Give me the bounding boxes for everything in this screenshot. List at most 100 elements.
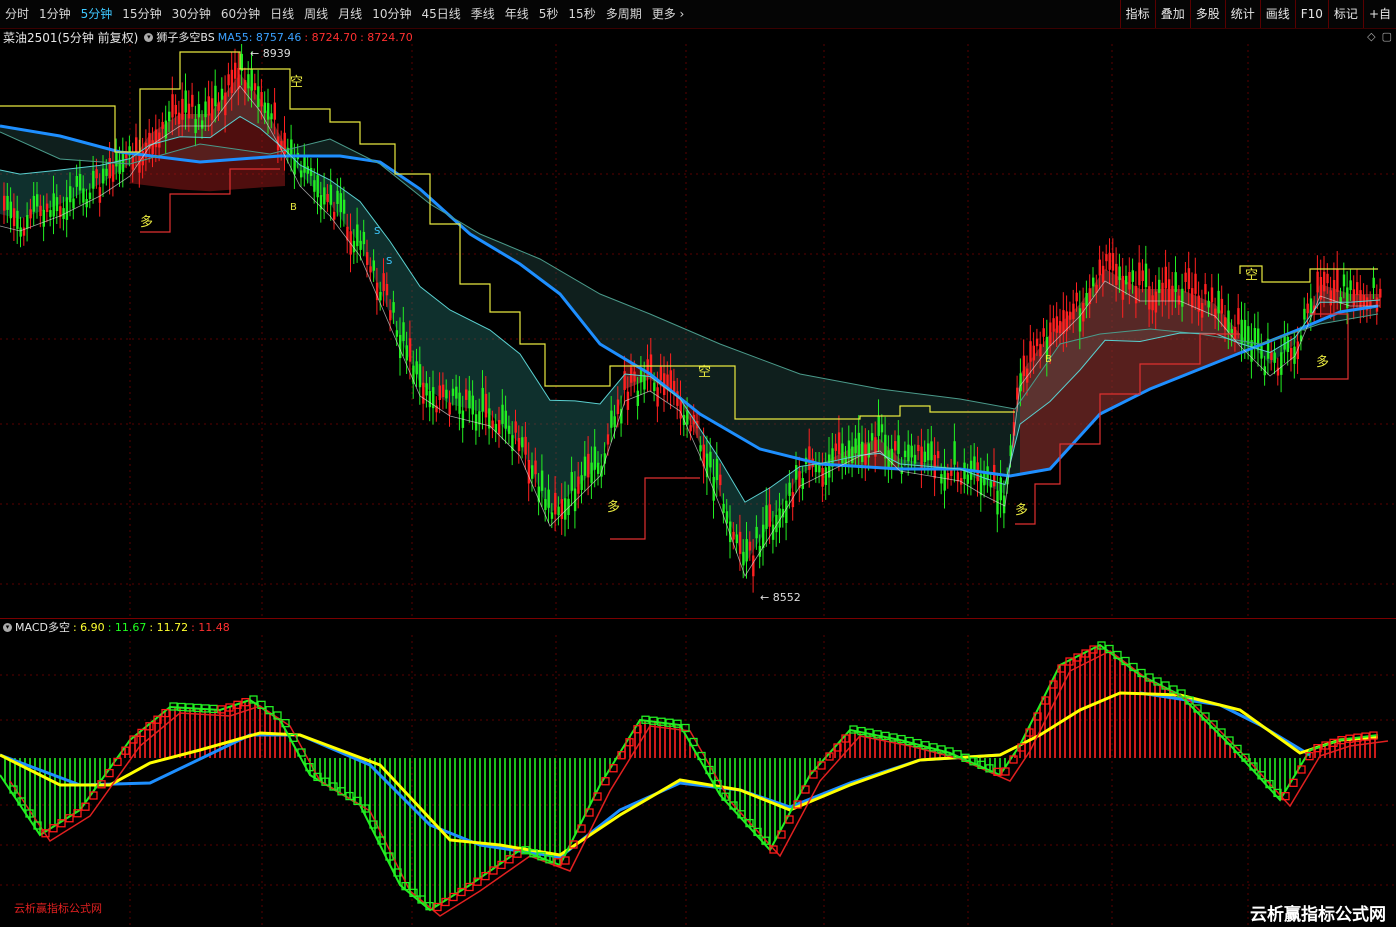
candle bbox=[1141, 270, 1144, 282]
candlestick-chart[interactable]: ← 8939← 8552空空空多多 多多BBSS bbox=[0, 44, 1396, 618]
indicator-settings-icon[interactable]: ▾ bbox=[144, 32, 154, 42]
ma55-value: MA55: 8757.46 bbox=[217, 30, 302, 44]
candle bbox=[49, 210, 52, 217]
candle bbox=[1316, 271, 1319, 293]
candle bbox=[1356, 282, 1359, 296]
period-tab-10[interactable]: 45日线 bbox=[416, 0, 465, 28]
period-tab-13[interactable]: 5秒 bbox=[534, 0, 564, 28]
candle bbox=[735, 534, 738, 544]
candle bbox=[517, 437, 521, 452]
candle bbox=[263, 102, 267, 113]
candle bbox=[1171, 285, 1174, 302]
toolbar-button-6[interactable]: 标记 bbox=[1327, 0, 1363, 28]
candle bbox=[550, 512, 554, 519]
candle bbox=[927, 443, 930, 461]
candle bbox=[273, 102, 276, 120]
period-tab-4[interactable]: 30分钟 bbox=[167, 0, 216, 28]
candle bbox=[82, 188, 85, 203]
toolbar-button-4[interactable]: 画线 bbox=[1259, 0, 1295, 28]
main-info-row: 菜油2501(5分钟 前复权) ▾ 狮子多空BS MA55: 8757.46 :… bbox=[0, 29, 416, 45]
candle bbox=[171, 94, 174, 118]
candle bbox=[9, 201, 12, 219]
symbol-label: 菜油2501(5分钟 前复权) bbox=[3, 30, 139, 45]
candle bbox=[590, 462, 593, 483]
candle bbox=[455, 386, 458, 399]
period-tab-14[interactable]: 15秒 bbox=[563, 0, 600, 28]
candle bbox=[36, 194, 39, 207]
candle bbox=[1035, 338, 1039, 347]
high-price-label: ← 8939 bbox=[250, 47, 291, 60]
toolbar-button-0[interactable]: 指标 bbox=[1119, 0, 1155, 28]
period-tab-11[interactable]: 季线 bbox=[466, 0, 500, 28]
candle bbox=[540, 470, 544, 491]
period-tab-12[interactable]: 年线 bbox=[500, 0, 534, 28]
candle bbox=[606, 434, 610, 445]
candle bbox=[458, 392, 461, 414]
sell-marker-2: S bbox=[386, 256, 392, 267]
candle bbox=[653, 382, 656, 392]
candle bbox=[19, 227, 22, 237]
candle bbox=[570, 472, 573, 491]
window-icon[interactable]: ▢ bbox=[1382, 30, 1392, 43]
candle bbox=[785, 500, 788, 524]
macd-chart[interactable] bbox=[0, 635, 1396, 927]
toolbar-button-3[interactable]: 统计 bbox=[1224, 0, 1260, 28]
period-tab-2[interactable]: 5分钟 bbox=[76, 0, 118, 28]
candle bbox=[1134, 285, 1138, 304]
watermark-left: 云析赢指标公式网 bbox=[14, 902, 102, 915]
candle bbox=[491, 420, 494, 429]
kong-label-2: 空 bbox=[698, 365, 711, 380]
period-tab-0[interactable]: 分时 bbox=[0, 0, 34, 28]
candle bbox=[521, 437, 524, 448]
toolbar-button-7[interactable]: +自 bbox=[1362, 0, 1396, 28]
macd-dif-line bbox=[0, 643, 1379, 912]
period-tab-5[interactable]: 60分钟 bbox=[216, 0, 265, 28]
period-tab-15[interactable]: 多周期 bbox=[601, 0, 647, 28]
candle bbox=[1131, 270, 1134, 282]
candle bbox=[379, 291, 382, 301]
toolbar-button-5[interactable]: F10 bbox=[1294, 0, 1328, 28]
period-tab-8[interactable]: 月线 bbox=[333, 0, 367, 28]
candle bbox=[1323, 271, 1326, 292]
candle bbox=[748, 541, 752, 551]
period-tab-7[interactable]: 周线 bbox=[299, 0, 333, 28]
candle bbox=[745, 539, 748, 562]
candle bbox=[478, 411, 481, 425]
candle bbox=[1379, 288, 1382, 298]
candle bbox=[201, 120, 204, 129]
candle bbox=[989, 481, 993, 488]
candle bbox=[428, 391, 432, 408]
candle bbox=[752, 555, 755, 577]
candle bbox=[930, 441, 933, 461]
candle bbox=[616, 399, 620, 415]
candle bbox=[39, 205, 42, 217]
candle bbox=[207, 96, 210, 116]
candle bbox=[197, 104, 201, 118]
period-tab-3[interactable]: 15分钟 bbox=[117, 0, 166, 28]
candle bbox=[69, 186, 72, 203]
toolbar-button-1[interactable]: 叠加 bbox=[1154, 0, 1190, 28]
indicator-name[interactable]: 狮子多空BS bbox=[156, 29, 214, 45]
period-tab-9[interactable]: 10分钟 bbox=[367, 0, 416, 28]
candle bbox=[220, 88, 224, 100]
period-tab-16[interactable]: 更多 › bbox=[647, 0, 690, 28]
candle bbox=[359, 240, 362, 250]
buy-marker-1: B bbox=[290, 202, 297, 213]
red-zone-3 bbox=[1020, 269, 1240, 475]
candle bbox=[1098, 259, 1101, 276]
candle bbox=[339, 193, 342, 213]
candle bbox=[709, 451, 712, 468]
period-tab-1[interactable]: 1分钟 bbox=[34, 0, 76, 28]
candle bbox=[395, 330, 399, 337]
candle bbox=[577, 476, 580, 494]
candle bbox=[329, 184, 333, 205]
candle bbox=[422, 382, 425, 404]
candle bbox=[65, 197, 69, 220]
macd-settings-icon[interactable]: ▾ bbox=[3, 622, 12, 632]
macd-name[interactable]: MACD多空 bbox=[15, 619, 70, 635]
candle bbox=[1184, 272, 1187, 282]
toolbar-button-2[interactable]: 多股 bbox=[1189, 0, 1225, 28]
diamond-icon[interactable]: ◇ bbox=[1367, 30, 1375, 43]
period-tab-6[interactable]: 日线 bbox=[265, 0, 299, 28]
candle bbox=[1280, 352, 1283, 375]
